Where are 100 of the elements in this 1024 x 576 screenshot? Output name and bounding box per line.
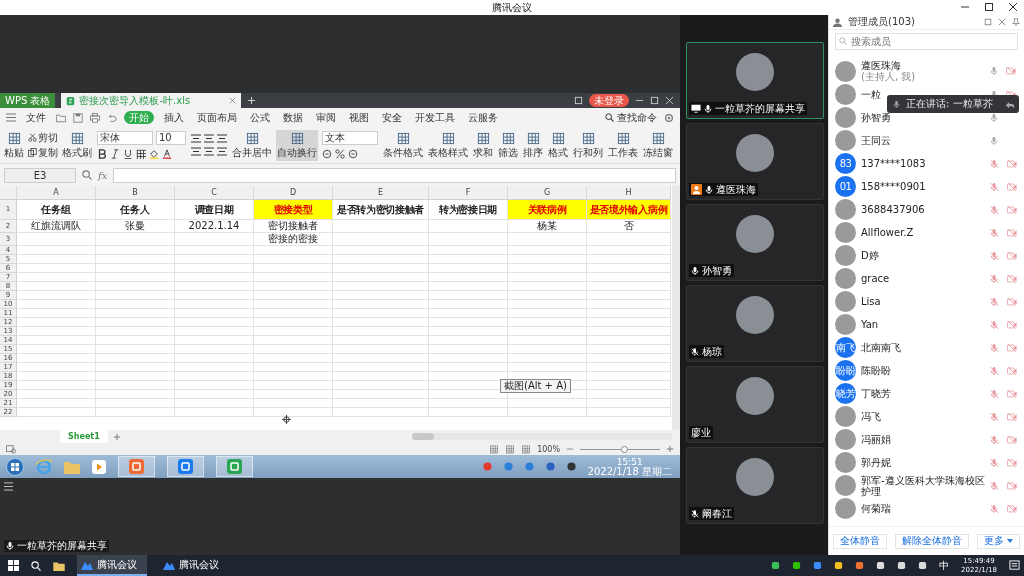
menu-tab[interactable]: 插入 [161, 111, 187, 124]
action-button[interactable]: 解除全体静音 [895, 533, 969, 549]
add-sheet-icon[interactable] [112, 432, 121, 441]
pop-out-icon[interactable] [984, 18, 992, 26]
app-tab[interactable]: WPS 表格 [0, 93, 56, 108]
menu-tab[interactable]: 文件 [23, 111, 49, 124]
member-row[interactable]: 3688437906 [829, 198, 1024, 221]
ribbon-button[interactable]: 格式刷 [61, 129, 93, 161]
scrollbar-thumb[interactable] [412, 433, 434, 440]
command-search[interactable]: 查找命令 [605, 110, 657, 125]
number-format-dropdown[interactable]: 文本 [322, 131, 378, 145]
ribbon-button[interactable]: 表格样式 [427, 129, 469, 161]
presentation-app-button[interactable] [118, 456, 155, 477]
ribbon-button[interactable]: 剪切 [28, 131, 58, 144]
bold-icon[interactable] [97, 149, 107, 159]
save-icon[interactable] [73, 112, 83, 123]
ribbon-button[interactable]: 复制 [28, 146, 58, 159]
more-button[interactable]: 更多 [977, 533, 1020, 549]
search-field[interactable]: 搜索成员 [835, 33, 1018, 50]
font-color-icon[interactable] [162, 149, 172, 159]
column-header[interactable]: G [508, 186, 587, 200]
column-header[interactable]: C [175, 186, 254, 200]
list-icon[interactable] [4, 482, 13, 491]
column-header[interactable]: F [429, 186, 508, 200]
function-label[interactable]: fx [98, 169, 108, 181]
align-icon[interactable] [217, 134, 227, 143]
align-icon[interactable] [191, 147, 201, 156]
taskbar-app[interactable]: 腾讯会议 [159, 555, 229, 576]
ribbon-button[interactable]: 筛选 [497, 129, 519, 161]
menu-tab[interactable]: 视图 [346, 111, 372, 124]
action-button[interactable]: 全体静音 [833, 533, 887, 549]
folder-icon[interactable] [53, 560, 65, 571]
restore-icon[interactable] [984, 2, 994, 12]
member-row[interactable]: 南飞 北南南飞 [829, 336, 1024, 359]
member-row[interactable]: 郭丹妮 [829, 451, 1024, 474]
italic-icon[interactable] [110, 149, 120, 159]
window-icon[interactable] [574, 96, 583, 105]
member-row[interactable]: 晓芳 丁晓芳 [829, 382, 1024, 405]
member-row[interactable]: D婷 [829, 244, 1024, 267]
meeting-app-button[interactable] [167, 456, 204, 477]
column-header[interactable]: E [333, 186, 429, 200]
ribbon-button[interactable]: 排序 [522, 129, 544, 161]
new-tab-icon[interactable] [247, 96, 257, 105]
menu-tab[interactable]: 云服务 [465, 111, 501, 124]
normal-view-icon[interactable] [489, 444, 500, 454]
menu-tab[interactable]: 页面布局 [194, 111, 240, 124]
taskbar-app[interactable]: 腾讯会议 [77, 555, 147, 576]
formula-field[interactable] [113, 167, 676, 183]
member-row[interactable]: 盼盼 陈盼盼 [829, 359, 1024, 382]
video-tile[interactable]: 孙智勇 [686, 204, 824, 281]
start-icon[interactable] [8, 560, 19, 571]
column-header[interactable]: A [17, 186, 96, 200]
video-tile[interactable]: 廖业 [686, 366, 824, 443]
notification-icon[interactable] [1009, 560, 1020, 571]
member-row[interactable]: 何菊瑞 [829, 497, 1024, 520]
status-icon[interactable] [6, 444, 16, 454]
ribbon-button[interactable]: 合并居中 [231, 129, 273, 161]
member-row[interactable]: 冯丽娟 [829, 428, 1024, 451]
align-icon[interactable] [204, 147, 214, 156]
align-icon[interactable] [191, 134, 201, 143]
ribbon-button[interactable]: 条件格式 [382, 129, 424, 161]
ribbon-button[interactable]: 工作表 [607, 129, 639, 161]
video-tile[interactable]: 一粒草芥的屏幕共享 [686, 42, 824, 119]
border-icon[interactable] [136, 149, 146, 159]
member-row[interactable]: 01 158****0901 [829, 175, 1024, 198]
align-icon[interactable] [217, 147, 227, 156]
video-tile[interactable]: 遵医珠海 [686, 123, 824, 200]
video-tile[interactable]: 阚春江 [686, 447, 824, 524]
font-dropdown[interactable]: 宋体 [97, 131, 153, 145]
align-icon[interactable] [204, 134, 214, 143]
font-size-dropdown[interactable]: 10 [156, 131, 186, 145]
underline-icon[interactable] [123, 149, 133, 159]
fill-color-icon[interactable] [149, 149, 159, 159]
sheet-tab[interactable]: Sheet1 [60, 430, 108, 443]
member-row[interactable]: 王同云 [829, 129, 1024, 152]
menu-tab[interactable]: 公式 [247, 111, 273, 124]
member-row[interactable]: 遵医珠海 (主持人, 我) [829, 59, 1024, 83]
percent-icon[interactable] [335, 149, 345, 159]
ribbon-button[interactable]: 行和列 [572, 129, 604, 161]
login-button[interactable]: 未登录 [589, 94, 629, 107]
media-player-icon[interactable] [92, 459, 106, 474]
print-icon[interactable] [90, 112, 100, 123]
close-icon[interactable] [1008, 2, 1018, 12]
zoom-level[interactable]: 100% [537, 444, 560, 454]
video-tile[interactable]: 杨琼 [686, 285, 824, 362]
menu-tab[interactable]: 开发工具 [412, 111, 458, 124]
menu-tab[interactable]: 审阅 [313, 111, 339, 124]
menu-icon[interactable] [6, 113, 16, 122]
column-header[interactable]: D [254, 186, 333, 200]
member-row[interactable]: Allflower.Z [829, 221, 1024, 244]
start-orb-icon[interactable] [6, 457, 24, 476]
ribbon-button[interactable]: 冻结窗 [642, 129, 674, 161]
column-header[interactable]: B [96, 186, 175, 200]
zoom-icon[interactable] [82, 170, 92, 180]
menu-tab[interactable]: 数据 [280, 111, 306, 124]
member-row[interactable]: 冯飞 [829, 405, 1024, 428]
menu-tab[interactable]: 安全 [379, 111, 405, 124]
ribbon-button[interactable]: 格式 [547, 129, 569, 161]
page-view-icon[interactable] [505, 444, 516, 454]
zoom-in-icon[interactable] [666, 445, 674, 453]
